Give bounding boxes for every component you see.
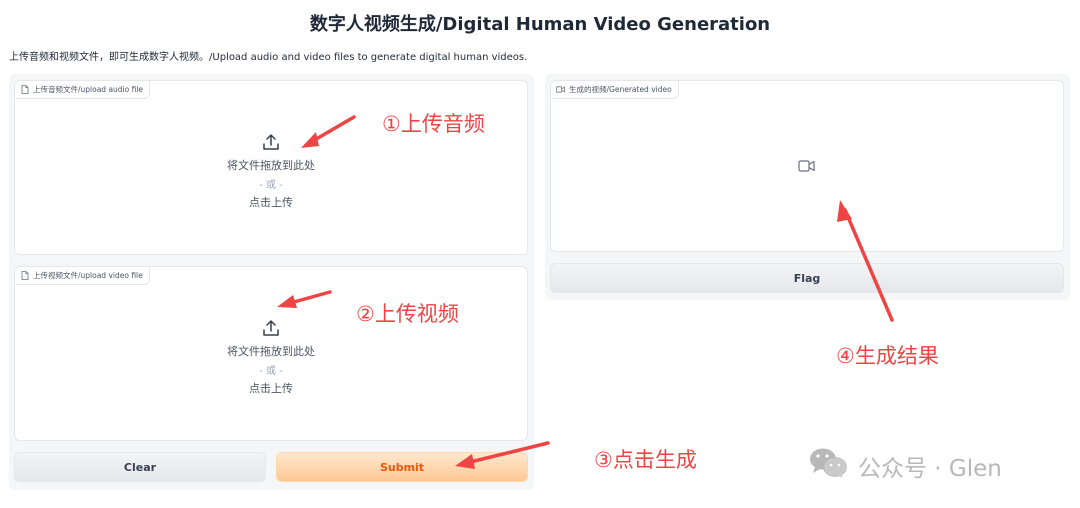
file-icon xyxy=(20,271,29,280)
audio-click-upload[interactable]: 点击上传 xyxy=(15,194,527,210)
wechat-icon xyxy=(808,446,848,486)
video-upload-label: 上传视频文件/upload video file xyxy=(15,267,150,285)
audio-upload-dropzone[interactable]: 上传音频文件/upload audio file 将文件拖放到此处 - 或 - … xyxy=(14,80,528,255)
upload-icon xyxy=(262,319,280,337)
submit-button[interactable]: Submit xyxy=(276,452,528,482)
video-click-upload[interactable]: 点击上传 xyxy=(15,380,527,396)
annotation-step2: ②上传视频 xyxy=(356,302,459,326)
generated-video-label: 生成的视频/Generated video xyxy=(551,81,679,99)
annotation-step1: ①上传音频 xyxy=(382,112,485,136)
clear-button[interactable]: Clear xyxy=(14,452,266,482)
watermark: 公众号 · Glen xyxy=(808,446,1002,486)
audio-or-text: - 或 - xyxy=(259,180,283,191)
video-camera-icon xyxy=(798,158,816,172)
annotation-step4: ④生成结果 xyxy=(836,344,939,368)
video-drop-text: 将文件拖放到此处 xyxy=(227,345,315,358)
flag-button[interactable]: Flag xyxy=(550,263,1064,293)
watermark-text: 公众号 · Glen xyxy=(858,456,1002,482)
audio-drop-text: 将文件拖放到此处 xyxy=(227,159,315,172)
generated-video-label-text: 生成的视频/Generated video xyxy=(569,85,672,94)
page-title: 数字人视频生成/Digital Human Video Generation xyxy=(309,14,771,35)
video-upload-label-text: 上传视频文件/upload video file xyxy=(33,271,143,280)
video-or-text: - 或 - xyxy=(259,366,283,377)
audio-upload-label-text: 上传音频文件/upload audio file xyxy=(33,85,144,94)
annotation-step3: ③点击生成 xyxy=(594,448,697,472)
audio-drop-area[interactable]: 将文件拖放到此处 - 或 - 点击上传 xyxy=(15,133,527,210)
video-camera-icon xyxy=(556,85,565,94)
file-icon xyxy=(20,85,29,94)
video-upload-dropzone[interactable]: 上传视频文件/upload video file 将文件拖放到此处 - 或 - … xyxy=(14,266,528,441)
audio-upload-label: 上传音频文件/upload audio file xyxy=(15,81,151,99)
upload-icon xyxy=(262,133,280,151)
video-drop-area[interactable]: 将文件拖放到此处 - 或 - 点击上传 xyxy=(15,319,527,396)
page-description: 上传音频和视频文件，即可生成数字人视频。/Upload audio and vi… xyxy=(9,52,528,63)
